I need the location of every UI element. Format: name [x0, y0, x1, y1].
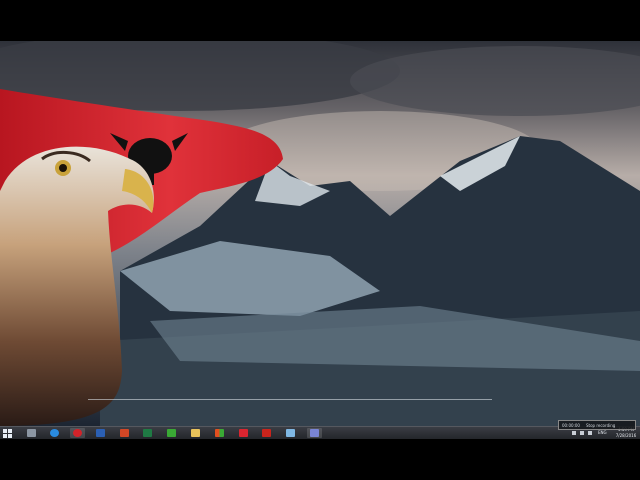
- taskbar-office[interactable]: [212, 428, 227, 438]
- internet-explorer-icon: [50, 429, 59, 437]
- progress-line: [88, 399, 492, 400]
- office-icon: [215, 429, 224, 437]
- windows-start-icon[interactable]: [3, 429, 12, 438]
- tray-flag-icon[interactable]: [580, 431, 584, 435]
- server-manager-icon: [27, 429, 36, 437]
- app-14-icon: [239, 429, 248, 437]
- taskbar-powershell[interactable]: [307, 428, 322, 438]
- clock-date: 7/28/2016: [615, 432, 637, 438]
- taskbar-opera[interactable]: [70, 428, 85, 438]
- tooltip-left-text: 00:00:00: [562, 423, 580, 428]
- tray-volume-icon[interactable]: [588, 431, 592, 435]
- powerpoint-icon: [120, 429, 129, 437]
- remote-desktop-icon: [286, 429, 295, 437]
- desktop-wallpaper: [0, 41, 640, 426]
- taskbar-app-14[interactable]: [236, 428, 251, 438]
- desktop[interactable]: [0, 41, 640, 426]
- taskbar-word[interactable]: [93, 428, 108, 438]
- file-explorer-icon: [191, 429, 200, 437]
- powershell-icon: [310, 429, 319, 437]
- taskbar-powerpoint[interactable]: [117, 428, 132, 438]
- taskbar-store[interactable]: [164, 428, 179, 438]
- excel-icon: [143, 429, 152, 437]
- taskbar-acrobat[interactable]: [259, 428, 274, 438]
- taskbar: ENG 4:59 PM 7/28/2016: [0, 426, 640, 439]
- store-icon: [167, 429, 176, 437]
- tooltip-right-text: Stop recording: [585, 423, 616, 428]
- taskbar-excel[interactable]: [140, 428, 155, 438]
- letterbox-top: [0, 0, 640, 41]
- recording-tooltip: 00:00:00 Stop recording: [558, 420, 636, 430]
- taskbar-remote-desktop[interactable]: [283, 428, 298, 438]
- taskbar-file-explorer[interactable]: [188, 428, 203, 438]
- taskbar-internet-explorer[interactable]: [47, 428, 62, 438]
- taskbar-server-manager[interactable]: [24, 428, 39, 438]
- acrobat-icon: [262, 429, 271, 437]
- letterbox-bottom: [0, 439, 640, 480]
- opera-icon: [73, 429, 82, 437]
- word-icon: [96, 429, 105, 437]
- tray-network-icon[interactable]: [572, 431, 576, 435]
